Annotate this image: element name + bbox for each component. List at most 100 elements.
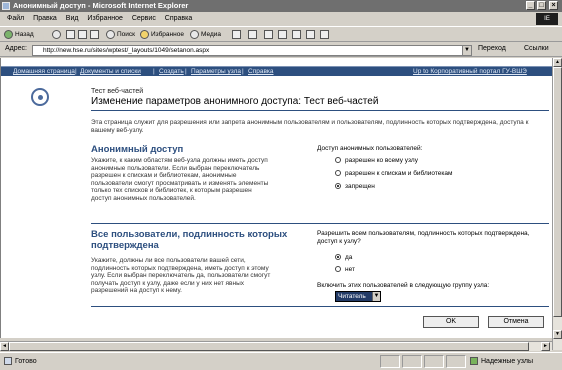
scroll-left-icon[interactable]: ◄ — [0, 342, 9, 351]
browser-window: Анонимный доступ - Microsoft Internet Ex… — [0, 0, 562, 370]
chevron-down-icon: ▼ — [372, 292, 380, 301]
radio-anon-nothing[interactable]: запрещен — [335, 183, 375, 190]
scroll-up-icon[interactable]: ▲ — [553, 58, 562, 67]
radio-anon-lists-libraries[interactable]: разрешен к спискам и библиотекам — [335, 170, 452, 177]
back-button[interactable]: Назад — [4, 29, 34, 41]
title-bar: Анонимный доступ - Microsoft Internet Ex… — [0, 0, 562, 12]
scroll-down-icon[interactable]: ▼ — [553, 330, 562, 339]
cancel-button[interactable]: Отмена — [488, 316, 544, 328]
star-icon — [140, 29, 149, 39]
radio-icon — [335, 170, 341, 177]
toolbar: Назад Поиск Избранное Медиа — [0, 26, 562, 42]
discuss-icon[interactable] — [292, 30, 301, 39]
nav-create[interactable]: Создать — [159, 67, 184, 76]
nav-home[interactable]: Домашняя страница — [13, 67, 75, 76]
mail-icon[interactable] — [248, 30, 257, 39]
hscroll-thumb[interactable] — [9, 342, 529, 351]
go-button[interactable]: Переход — [478, 45, 506, 52]
menu-edit[interactable]: Правка — [33, 13, 57, 24]
radio-selected-icon — [335, 254, 341, 261]
favorites-button[interactable]: Избранное — [140, 29, 184, 41]
address-label: Адрес: — [5, 45, 27, 52]
menu-view[interactable]: Вид — [66, 13, 79, 24]
radio-selected-icon — [335, 183, 341, 190]
settings-logo-icon — [31, 88, 49, 106]
status-cell — [380, 355, 400, 368]
menu-bar: Файл Правка Вид Избранное Сервис Справка… — [0, 13, 562, 25]
nav-separator: | — [153, 68, 155, 75]
status-bar: Готово Надежные узлы — [0, 352, 562, 370]
search-icon — [106, 29, 115, 39]
auth-access-label: Разрешить всем пользователям, подлинност… — [317, 230, 530, 245]
site-nav: Домашняя страница | Документы и списки |… — [1, 66, 553, 76]
maximize-button[interactable]: □ — [537, 1, 546, 10]
stop-icon[interactable] — [66, 30, 75, 39]
group-label: Включить этих пользователей в следующую … — [317, 282, 490, 289]
history-icon[interactable] — [232, 30, 241, 39]
menu-help[interactable]: Справка — [165, 13, 192, 24]
window-title: Анонимный доступ - Microsoft Internet Ex… — [13, 1, 189, 10]
status-text: Готово — [4, 357, 37, 365]
windows-logo: IE — [536, 13, 558, 25]
search-button[interactable]: Поиск — [106, 29, 135, 41]
footer-divider — [91, 306, 549, 307]
breadcrumb: Тест веб-частей — [91, 88, 144, 95]
nav-up-portal[interactable]: Up to Корпоративный портал ГУ-ВШЭ — [413, 67, 527, 76]
address-bar: Адрес: http://new.hse.ru/sites/wptest/_l… — [0, 43, 562, 57]
anon-section-text: Укажите, к каким областям веб-узла должн… — [91, 157, 269, 202]
trusted-zone-icon — [470, 357, 478, 365]
anon-access-label: Доступ анонимных пользователей: — [317, 145, 423, 152]
radio-icon — [335, 157, 341, 164]
scroll-thumb[interactable] — [553, 67, 562, 317]
print-icon[interactable] — [264, 30, 273, 39]
section-divider — [91, 223, 549, 224]
edit-icon[interactable] — [278, 30, 287, 39]
page-title: Изменение параметров анонимного доступа:… — [91, 96, 379, 107]
horizontal-scrollbar[interactable]: ◄ ► — [0, 341, 552, 351]
auth-section-title: Все пользователи, подлинность которых по… — [91, 229, 288, 251]
menu-favorites[interactable]: Избранное — [87, 13, 122, 24]
page-icon — [4, 357, 12, 365]
anon-section-title: Анонимный доступ — [91, 144, 184, 155]
status-cell — [446, 355, 466, 368]
radio-icon — [335, 266, 341, 273]
address-url: http://new.hse.ru/sites/wptest/_layouts/… — [43, 47, 210, 54]
back-arrow-icon — [4, 29, 13, 39]
nav-help[interactable]: Справка — [248, 67, 274, 76]
nav-separator: | — [185, 68, 187, 75]
status-cell — [402, 355, 422, 368]
forward-button[interactable] — [52, 29, 63, 41]
group-select[interactable]: Читатель ▼ — [335, 291, 381, 302]
radio-anon-entire-site[interactable]: разрешен ко всему узлу — [335, 157, 418, 164]
ok-button[interactable]: OK — [423, 316, 479, 328]
title-divider — [91, 110, 549, 111]
refresh-icon[interactable] — [78, 30, 87, 39]
status-cell — [424, 355, 444, 368]
messenger-icon[interactable] — [306, 30, 315, 39]
address-input[interactable]: http://new.hse.ru/sites/wptest/_layouts/… — [32, 45, 472, 56]
radio-auth-yes[interactable]: да — [335, 254, 352, 261]
security-zone: Надежные узлы — [470, 357, 533, 365]
auth-section-text: Укажите, должны ли все пользователи ваше… — [91, 257, 271, 294]
ie-icon — [2, 2, 10, 10]
close-button[interactable]: × — [549, 1, 558, 10]
nav-separator: | — [75, 68, 77, 75]
page-description: Эта страница служит для разрешения или з… — [91, 119, 529, 134]
media-icon — [190, 29, 199, 39]
links-button[interactable]: Ссылки — [524, 45, 549, 52]
vertical-scrollbar[interactable]: ▲ ▼ — [552, 58, 562, 350]
menu-file[interactable]: Файл — [7, 13, 24, 24]
nav-separator: | — [242, 68, 244, 75]
research-icon[interactable] — [320, 30, 329, 39]
nav-site-settings[interactable]: Параметры узла — [191, 67, 241, 76]
home-icon[interactable] — [90, 30, 99, 39]
page-content: Домашняя страница | Документы и списки |… — [0, 58, 553, 338]
media-button[interactable]: Медиа — [190, 29, 221, 41]
chevron-down-icon[interactable]: ▼ — [462, 46, 471, 55]
radio-auth-no[interactable]: нет — [335, 266, 355, 273]
minimize-button[interactable]: _ — [526, 1, 535, 10]
forward-arrow-icon — [52, 29, 61, 39]
nav-docs-lists[interactable]: Документы и списки — [80, 67, 141, 76]
menu-tools[interactable]: Сервис — [132, 13, 156, 24]
scroll-right-icon[interactable]: ► — [541, 342, 550, 351]
